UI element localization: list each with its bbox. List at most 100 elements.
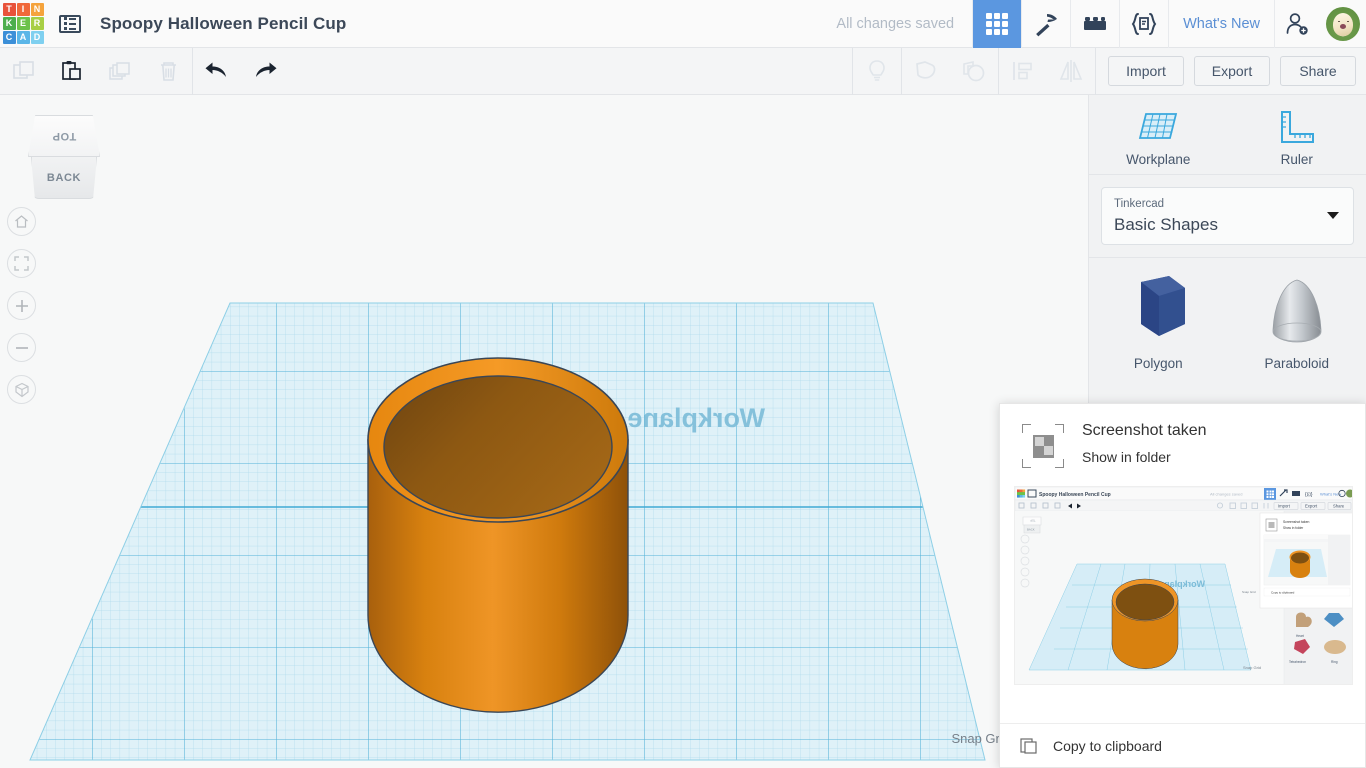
svg-text:TOP: TOP [1030,519,1036,523]
undo-button[interactable] [193,48,241,95]
show-in-folder-link[interactable]: Show in folder [1082,448,1207,468]
shape-polygon[interactable]: Polygon [1089,258,1228,390]
tinkercad-logo[interactable]: TIN KER CAD [0,0,46,48]
3d-canvas[interactable]: Workplane TOP BACK Snap Grid [0,95,1088,768]
invite-people-button[interactable] [1274,0,1318,48]
ruler-tool[interactable]: Ruler [1228,95,1366,174]
mirror-button[interactable] [1047,48,1095,95]
import-button[interactable]: Import [1108,56,1184,86]
shape-paraboloid[interactable]: Paraboloid [1228,258,1366,390]
svg-text:Ring: Ring [1331,660,1338,664]
screenshot-preview[interactable]: Spoopy Halloween Pencil Cup All changes … [1014,486,1353,685]
code-brackets-icon [1131,12,1157,35]
svg-text:What's New: What's New [1320,492,1341,497]
svg-text:All changes saved: All changes saved [1210,492,1242,497]
home-icon [15,215,28,228]
duplicate-icon [108,61,130,80]
lightbulb-icon [869,60,885,81]
workplane-tool-label: Workplane [1126,152,1191,167]
align-button[interactable] [999,48,1047,95]
svg-text:Tetrahedron: Tetrahedron [1289,660,1306,664]
tinkercad-app: TIN KER CAD Spoopy Halloween Pencil Cup Al… [0,0,1366,768]
avatar[interactable] [1326,6,1360,41]
svg-text:Share: Share [1333,504,1345,509]
design-view-button[interactable] [972,0,1022,48]
list-icon [59,14,81,33]
svg-text:Copy to clipboard: Copy to clipboard [1271,591,1295,595]
codeblocks-blocks-button[interactable] [1119,0,1168,48]
trash-icon [160,61,176,81]
cube-icon [14,382,29,397]
screenshot-notification: Screenshot taken Show in folder Spoopy H… [999,403,1366,768]
svg-text:Heart: Heart [1296,634,1304,638]
fit-to-view-icon [14,256,29,271]
grid-icon [986,12,1009,35]
perspective-toggle-button[interactable] [7,375,36,404]
hide-button[interactable] [853,48,901,95]
copy-button[interactable] [0,48,48,95]
bricks-button[interactable] [1070,0,1119,48]
duplicate-button[interactable] [96,48,144,95]
paste-button[interactable] [48,48,96,95]
logo-cell-k: K [2,17,16,30]
screenshot-thumbnail-icon [1022,424,1064,468]
redo-button[interactable] [241,48,289,95]
align-icon [1013,62,1032,80]
codeblocks-button[interactable] [1021,0,1070,48]
whats-new-link[interactable]: What's New [1168,0,1274,48]
page-title[interactable]: Spoopy Halloween Pencil Cup [100,14,346,34]
svg-text:Snap Grid: Snap Grid [1242,590,1256,594]
svg-text:Import: Import [1278,504,1291,509]
notification-header: Screenshot taken Show in folder [1000,404,1365,478]
redo-arrow-icon [256,62,277,77]
delete-button[interactable] [144,48,192,95]
workplane-tool[interactable]: Workplane [1089,95,1228,174]
copy-icon [12,60,34,79]
view-cube-top-face[interactable]: TOP [28,115,100,157]
shape-list: Polygon Paraboloid [1089,257,1366,390]
group-button[interactable] [902,48,950,95]
copy-to-clipboard-button[interactable]: Copy to clipboard [1000,723,1365,767]
plus-icon [15,299,28,312]
share-button[interactable]: Share [1280,56,1356,86]
panel-tools: Workplane Ruler [1089,95,1366,175]
view-cube[interactable]: TOP BACK [25,115,103,201]
export-button[interactable]: Export [1194,56,1270,86]
ruler-tool-label: Ruler [1280,152,1313,167]
app-header: TIN KER CAD Spoopy Halloween Pencil Cup Al… [0,0,1366,48]
ungroup-shapes-icon [963,61,985,82]
copy-icon [1020,738,1037,754]
zoom-in-button[interactable] [7,291,36,320]
edit-toolbar: Import Export Share [0,47,1366,95]
view-cube-back-face[interactable]: BACK [31,157,97,199]
notification-title: Screenshot taken [1082,422,1207,439]
chevron-down-icon [1327,212,1339,219]
cylinder-object [367,357,629,713]
shape-library-dropdown[interactable]: Tinkercad Basic Shapes [1101,187,1354,245]
polygon-thumbnail [1115,272,1201,350]
view-cube-back-label: BACK [46,171,82,184]
workplane-scene: Workplane [29,302,986,761]
paraboloid-label: Paraboloid [1264,356,1330,371]
logo-cell-a: A [16,31,30,44]
logo-cell-c: C [2,31,16,44]
home-view-button[interactable] [7,207,36,236]
ungroup-button[interactable] [950,48,998,95]
view-cube-top-label: TOP [51,130,77,142]
logo-cell-d: D [30,31,44,44]
library-owner: Tinkercad [1114,198,1165,210]
svg-text:Show in folder: Show in folder [1283,526,1304,530]
polygon-label: Polygon [1133,356,1183,371]
svg-text:{⊡}: {⊡} [1305,492,1313,498]
minus-icon [15,346,28,349]
mirror-icon [1059,60,1083,82]
paraboloid-thumbnail [1254,272,1340,350]
undo-arrow-icon [205,62,226,77]
zoom-out-button[interactable] [7,333,36,362]
save-status: All changes saved [836,15,955,32]
fit-to-view-button[interactable] [7,249,36,278]
logo-cell-e: E [16,17,30,30]
svg-text:Screenshot taken: Screenshot taken [1283,520,1310,524]
project-list-icon[interactable] [46,0,94,48]
svg-text:Snap Grid: Snap Grid [1243,665,1261,670]
